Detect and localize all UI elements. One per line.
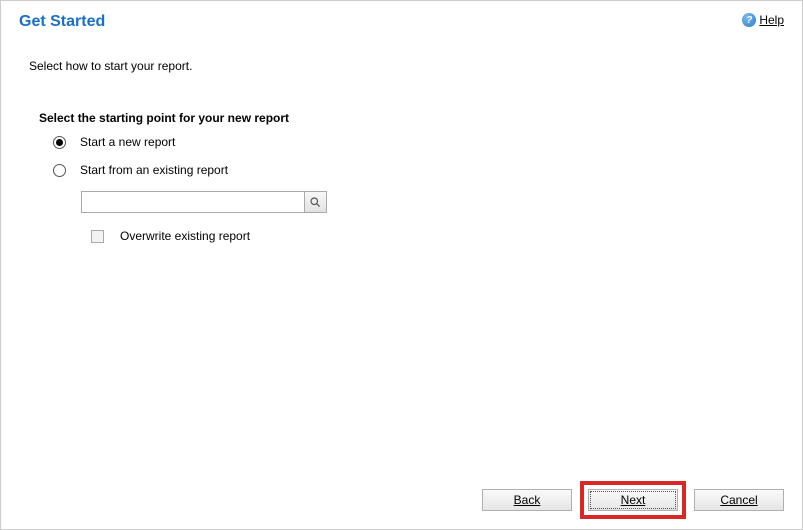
radio-new-report[interactable]: [53, 136, 66, 149]
page-subtitle: Select how to start your report.: [1, 31, 802, 73]
overwrite-row[interactable]: Overwrite existing report: [91, 229, 802, 243]
section-label: Select the starting point for your new r…: [1, 73, 802, 135]
page-title: Get Started: [19, 13, 105, 31]
back-button-label: Back: [514, 493, 541, 507]
help-link[interactable]: ? Help: [742, 13, 784, 27]
cancel-button[interactable]: Cancel: [694, 489, 784, 511]
back-button[interactable]: Back: [482, 489, 572, 511]
radio-new-report-label: Start a new report: [80, 135, 175, 149]
next-button[interactable]: Next: [588, 489, 678, 511]
overwrite-label: Overwrite existing report: [120, 229, 250, 243]
help-label: Help: [759, 13, 784, 27]
radio-existing-report-row[interactable]: Start from an existing report: [53, 163, 802, 177]
existing-report-input[interactable]: [82, 192, 304, 212]
next-highlight-box: Next: [580, 481, 686, 519]
search-button[interactable]: [304, 192, 326, 212]
radio-existing-report[interactable]: [53, 164, 66, 177]
radio-selected-dot-icon: [56, 139, 63, 146]
cancel-button-label: Cancel: [720, 493, 757, 507]
existing-report-search[interactable]: [81, 191, 327, 213]
search-icon: [309, 196, 322, 209]
next-button-label: Next: [621, 493, 646, 507]
help-icon: ?: [742, 13, 756, 27]
radio-new-report-row[interactable]: Start a new report: [53, 135, 802, 149]
overwrite-checkbox[interactable]: [91, 230, 104, 243]
radio-existing-report-label: Start from an existing report: [80, 163, 228, 177]
